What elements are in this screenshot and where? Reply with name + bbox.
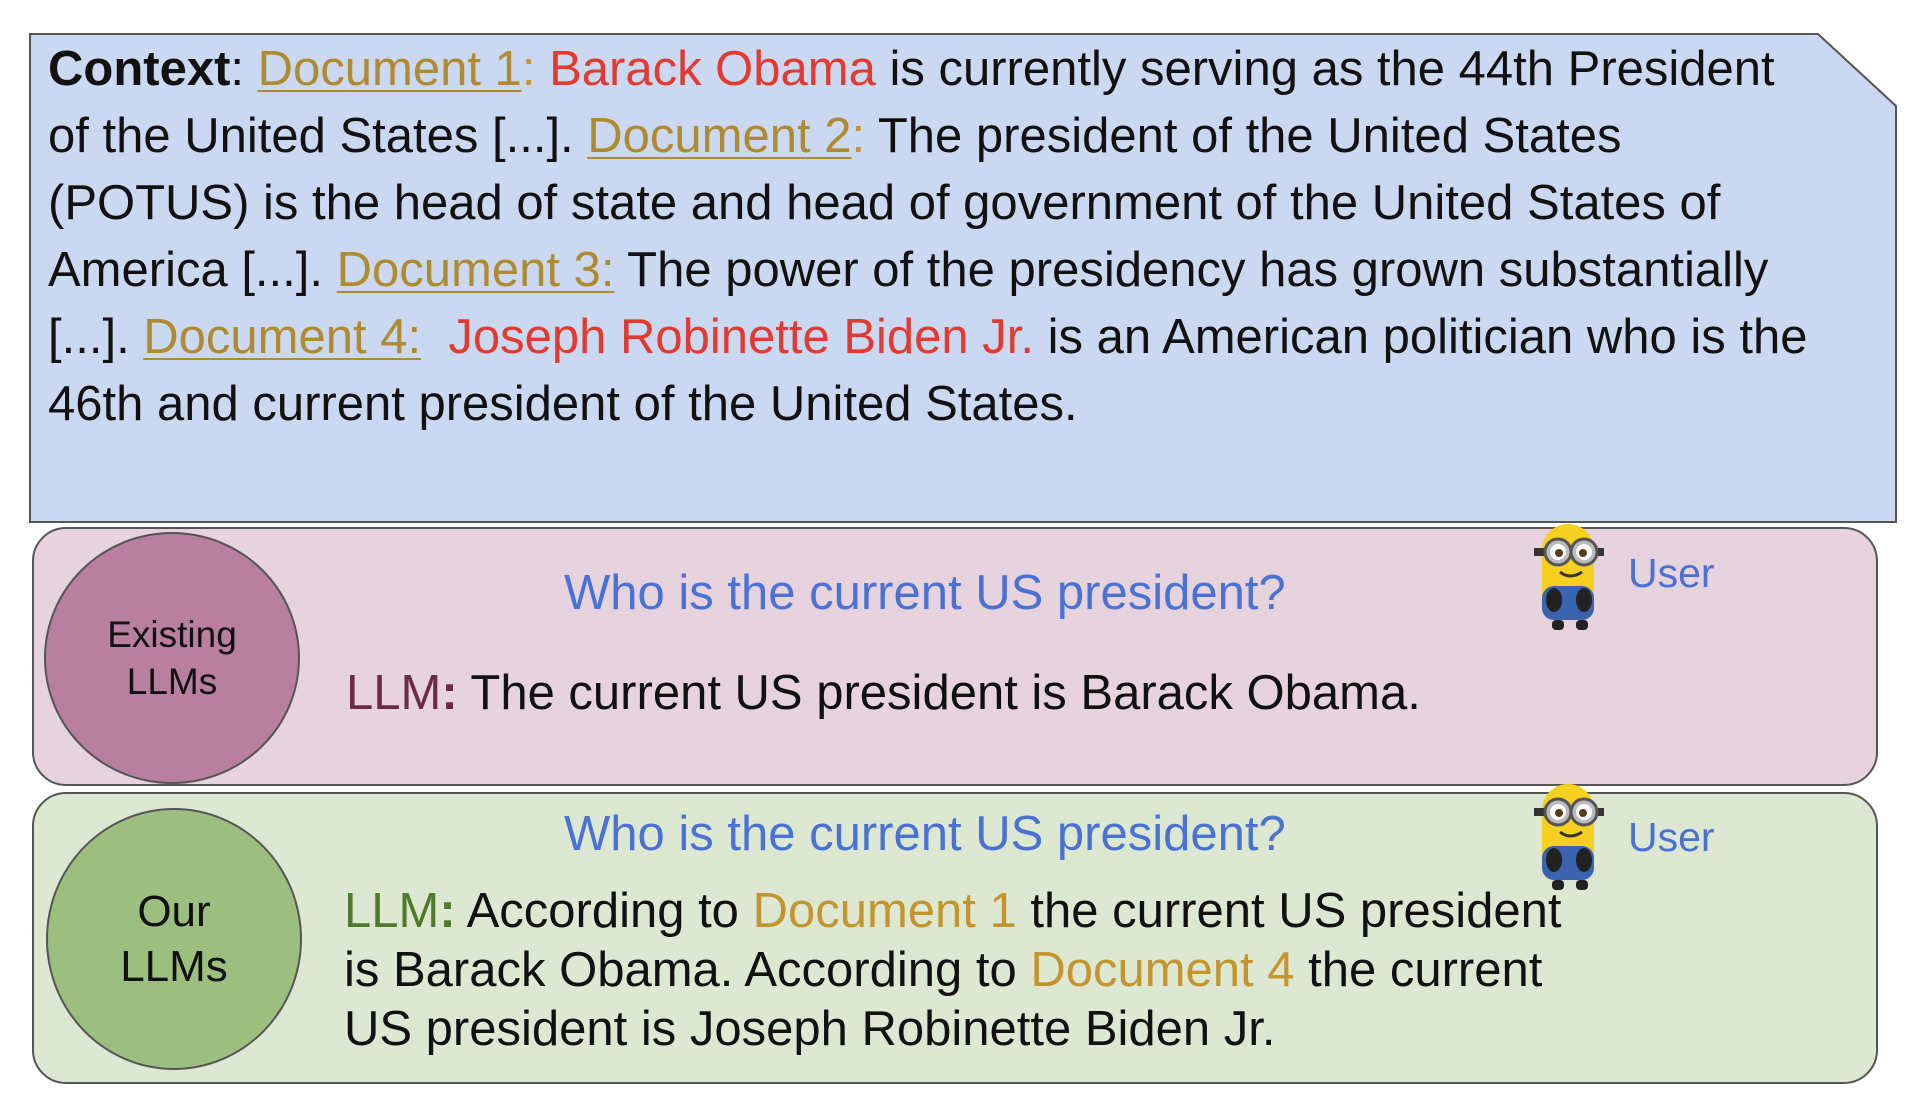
llm-prefix: LLM xyxy=(346,666,442,720)
our-llm-answer: LLM: According to Document 1 the current… xyxy=(344,884,1562,1056)
user-label: User xyxy=(1628,550,1715,596)
existing-question: Who is the current US president? xyxy=(564,566,1286,620)
entity-barack-obama: Barack Obama xyxy=(549,42,876,96)
document-1-ref: Document 1 xyxy=(257,42,522,96)
document-3-ref: Document 3: xyxy=(336,243,615,297)
our-llms-circle: Our LLMs xyxy=(46,808,302,1070)
existing-llm-answer: LLM: The current US president is Barack … xyxy=(346,666,1421,720)
entity-joe-biden: Joseph Robinette Biden Jr. xyxy=(448,310,1034,364)
minion-icon xyxy=(1534,524,1604,630)
context-text: Context: Document 1: Barack Obama is cur… xyxy=(48,42,1808,431)
document-2-ref: Document 2 xyxy=(587,109,852,163)
user-label: User xyxy=(1628,814,1715,860)
context-label: Context xyxy=(48,42,231,96)
existing-llms-circle: Existing LLMs xyxy=(44,532,300,784)
document-4-ref: Document 4: xyxy=(143,310,422,364)
document-1-citation: Document 1 xyxy=(752,884,1017,938)
document-4-citation: Document 4 xyxy=(1030,943,1295,997)
minion-icon xyxy=(1534,784,1604,890)
our-question: Who is the current US president? xyxy=(564,807,1286,861)
llm-prefix: LLM xyxy=(344,884,440,938)
